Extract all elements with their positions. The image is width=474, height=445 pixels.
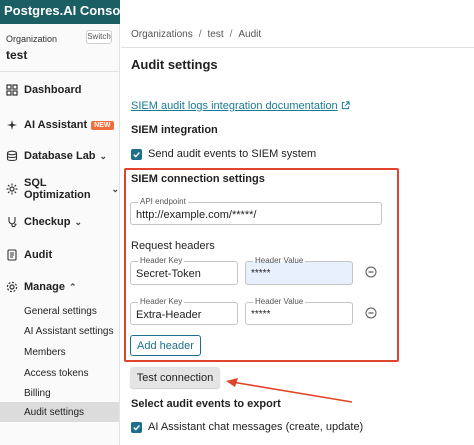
request-headers-label: Request headers: [131, 240, 215, 252]
header-divider: [121, 47, 474, 48]
checkmark-icon: [133, 424, 140, 431]
sidebar-item-label: SQL Optimization: [24, 177, 91, 201]
sidebar-item-manage[interactable]: Manage ⌃: [0, 276, 119, 298]
app-title[interactable]: Postgres.AI Console: [0, 0, 131, 24]
chevron-down-icon: ⌄: [111, 183, 119, 194]
send-events-checkbox-row[interactable]: Send audit events to SIEM system: [131, 148, 316, 160]
header-value-field-1[interactable]: Header Value *****: [245, 256, 353, 285]
header-key-field-2[interactable]: Header Key Extra-Header: [130, 297, 238, 325]
breadcrumb-organizations[interactable]: Organizations: [131, 29, 193, 40]
add-header-button[interactable]: Add header: [130, 335, 201, 356]
organization-name: test: [6, 48, 28, 62]
top-bar: Postgres.AI Console: [0, 0, 474, 24]
chevron-down-icon: ⌄: [99, 150, 108, 161]
api-endpoint-field[interactable]: API endpoint http://example.com/*****/: [130, 197, 382, 225]
sidebar-item-sql-optimization[interactable]: SQL Optimization ⌄: [0, 177, 119, 201]
breadcrumb-separator: /: [229, 29, 233, 40]
remove-header-icon[interactable]: [365, 266, 377, 278]
sidebar-item-audit[interactable]: Audit: [0, 244, 119, 266]
select-events-heading: Select audit events to export: [131, 398, 281, 410]
sidebar-item-database-lab[interactable]: Database Lab ⌄: [0, 145, 119, 167]
sidebar-item-dashboard[interactable]: Dashboard: [0, 79, 119, 101]
external-link-icon: [341, 101, 350, 110]
dashboard-icon: [6, 84, 18, 96]
header-value-label: Header Value: [253, 256, 306, 266]
header-key-label: Header Key: [138, 297, 185, 307]
header-value-field-2[interactable]: Header Value *****: [245, 297, 353, 325]
ai-assistant-icon: [6, 119, 18, 131]
audit-icon: [6, 249, 18, 261]
page-title: Audit settings: [131, 57, 218, 72]
sidebar-subitem-ai-assistant-settings[interactable]: AI Assistant settings: [0, 321, 119, 341]
top-bar-spacer: [120, 0, 474, 24]
api-endpoint-label: API endpoint: [138, 197, 188, 207]
header-key-value: Secret-Token: [136, 268, 201, 280]
header-key-label: Header Key: [138, 256, 185, 266]
breadcrumb: Organizations / test / Audit: [131, 29, 261, 40]
sidebar-subitem-audit-settings[interactable]: Audit settings: [0, 402, 119, 422]
database-icon: [6, 150, 18, 162]
header-value-label: Header Value: [253, 297, 306, 307]
sidebar-subitem-access-tokens[interactable]: Access tokens: [0, 363, 119, 383]
event-label: AI Assistant chat messages (create, upda…: [148, 421, 364, 433]
checkup-icon: [6, 216, 18, 228]
switch-organization-button[interactable]: Switch: [86, 30, 112, 44]
remove-header-icon[interactable]: [365, 307, 377, 319]
event-checkbox[interactable]: [131, 421, 142, 433]
sidebar-item-label: Manage: [24, 281, 65, 293]
header-value-masked: *****: [251, 268, 271, 279]
api-endpoint-value: http://example.com/*****/: [136, 209, 257, 221]
header-value-masked: *****: [251, 309, 271, 320]
sidebar-subitem-general-settings[interactable]: General settings: [0, 301, 119, 321]
chevron-up-icon: ⌃: [68, 281, 77, 292]
sidebar-item-ai-assistant[interactable]: AI Assistant NEW: [0, 114, 119, 136]
sidebar: Organization Switch test Dashboard AI As…: [0, 24, 120, 445]
sidebar-item-label: Audit: [24, 249, 53, 261]
header-key-value: Extra-Header: [136, 309, 202, 321]
checkmark-icon: [133, 151, 140, 158]
sidebar-item-label: Checkup: [24, 216, 71, 228]
chevron-down-icon: ⌄: [74, 216, 83, 227]
sidebar-item-label: AI Assistant: [24, 119, 88, 131]
sidebar-item-label: Dashboard: [24, 84, 82, 96]
header-key-field-1[interactable]: Header Key Secret-Token: [130, 256, 238, 285]
siem-docs-link[interactable]: SIEM audit logs integration documentatio…: [131, 100, 350, 112]
sidebar-item-checkup[interactable]: Checkup ⌄: [0, 211, 119, 233]
gear-icon: [6, 281, 18, 293]
new-badge: NEW: [91, 120, 114, 130]
sidebar-item-label: Database Lab: [24, 150, 96, 162]
send-events-checkbox[interactable]: [131, 148, 142, 160]
breadcrumb-test[interactable]: test: [207, 29, 223, 40]
breadcrumb-audit: Audit: [238, 29, 262, 40]
siem-docs-link-text: SIEM audit logs integration documentatio…: [131, 100, 338, 112]
test-connection-button[interactable]: Test connection: [130, 367, 220, 388]
siem-connection-title: SIEM connection settings: [131, 173, 265, 185]
sidebar-subitem-billing[interactable]: Billing: [0, 383, 119, 403]
sidebar-subitem-members[interactable]: Members: [0, 342, 119, 362]
sql-optimization-icon: [6, 183, 18, 195]
organization-label: Organization: [6, 34, 58, 44]
sidebar-divider: [0, 71, 120, 72]
breadcrumb-separator: /: [198, 29, 202, 40]
siem-integration-heading: SIEM integration: [131, 124, 218, 136]
event-checkbox-row[interactable]: AI Assistant chat messages (create, upda…: [131, 421, 363, 433]
send-events-label: Send audit events to SIEM system: [148, 148, 317, 160]
